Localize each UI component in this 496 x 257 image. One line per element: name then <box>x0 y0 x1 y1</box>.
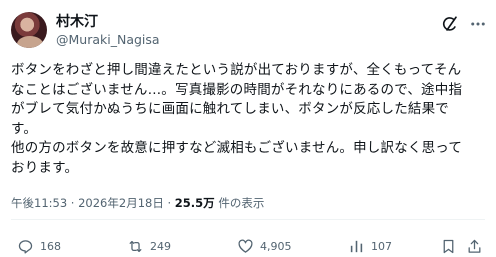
reply-count: 168 <box>40 239 61 253</box>
post-timestamp[interactable]: 午後11:53 · 2026年2月18日 · <box>11 196 171 210</box>
author-handle[interactable]: @Muraki_Nagisa <box>56 32 160 47</box>
post-text: ボタンをわざと押し間違えたという説が出ておりますが、全くもってそん なことはござ… <box>11 62 463 176</box>
share-button[interactable] <box>466 237 483 255</box>
grok-icon[interactable] <box>441 15 459 33</box>
post-meta: 午後11:53 · 2026年2月18日 · 25.5万 件の表示 <box>11 195 264 211</box>
views-count: 25.5万 <box>174 196 215 210</box>
reply-button[interactable]: 168 <box>17 237 61 255</box>
divider <box>11 219 485 220</box>
views-icon <box>350 240 363 252</box>
more-options-icon[interactable] <box>469 15 487 33</box>
avatar[interactable] <box>11 12 47 48</box>
repost-icon <box>129 240 142 252</box>
views-label: 件の表示 <box>218 196 265 210</box>
share-icon <box>468 239 481 253</box>
views-button[interactable]: 107 <box>348 237 392 255</box>
like-icon <box>238 239 253 253</box>
repost-count: 249 <box>150 239 171 253</box>
like-button[interactable]: 4,905 <box>237 237 292 255</box>
repost-button[interactable]: 249 <box>127 237 171 255</box>
views-action-count: 107 <box>371 239 392 253</box>
bookmark-icon <box>443 239 454 253</box>
bookmark-button[interactable] <box>440 237 457 255</box>
reply-icon <box>18 239 33 254</box>
author-name[interactable]: 村木汀 <box>56 14 98 30</box>
like-count: 4,905 <box>260 239 292 253</box>
